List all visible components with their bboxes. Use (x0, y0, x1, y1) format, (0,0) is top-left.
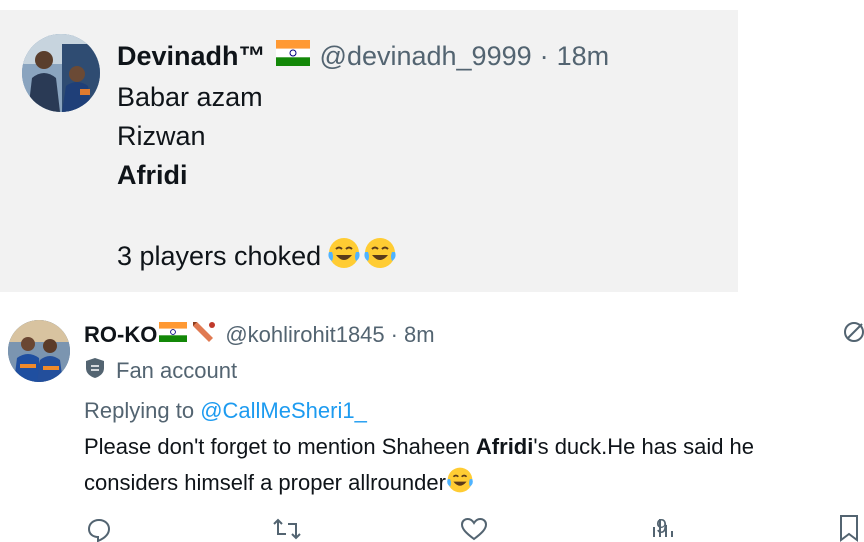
india-flag-icon (275, 40, 310, 73)
reply-text-bold: Afridi (475, 434, 534, 459)
laughing-tears-emoji-icon (363, 236, 397, 277)
grok-icon[interactable] (842, 320, 864, 349)
fan-account-badge: Fan account (84, 356, 237, 386)
reply-text-line: Please don't forget to mention Shaheen A… (84, 434, 754, 460)
replying-label: Replying to (84, 398, 195, 423)
tweet-text: 3 players choked (117, 241, 322, 271)
retweet-icon[interactable] (272, 516, 302, 542)
laughing-tears-emoji-icon (327, 236, 361, 277)
avatar[interactable] (8, 320, 70, 382)
page-margin (738, 0, 864, 292)
author-handle[interactable]: @kohlirohit1845 (225, 322, 384, 348)
reply-icon[interactable] (86, 516, 112, 542)
reply-text: Please don't forget to mention Shaheen (84, 434, 476, 459)
replying-to: Replying to @CallMeSheri1_ (84, 398, 367, 424)
reply-text-line: considers himself a proper allrounder (84, 466, 474, 500)
separator-dot: · (539, 41, 549, 71)
avatar-image-icon (22, 34, 100, 112)
cricket-bat-icon (189, 318, 217, 352)
author-handle[interactable]: @devinadh_9999 (320, 41, 532, 72)
author-name[interactable]: Devinadh™ (117, 41, 266, 72)
timestamp[interactable]: 8m (404, 322, 435, 348)
bookmark-icon[interactable] (838, 514, 860, 542)
separator-dot: · (390, 322, 398, 347)
views-button[interactable]: 9 (650, 516, 673, 539)
author-name[interactable]: RO-KO (84, 322, 157, 348)
tweet-text-line: Babar azam (117, 82, 263, 112)
tweet-text-line-last: 3 players choked (117, 236, 397, 277)
avatar[interactable] (22, 34, 100, 112)
replying-handle-link[interactable]: @CallMeSheri1_ (200, 398, 367, 423)
tweet-text-line: Rizwan (117, 121, 206, 151)
reply-text: 's duck.He has said he (533, 434, 755, 459)
tweet-header: Devinadh™ @devinadh_9999 · 18m (117, 40, 609, 73)
laughing-tears-emoji-icon (446, 466, 474, 500)
badge-label: Fan account (116, 358, 238, 383)
shield-icon (84, 356, 106, 386)
views-icon (653, 519, 673, 537)
india-flag-icon (159, 322, 188, 348)
tweet-text-line: Afridi (117, 160, 188, 190)
avatar-image-icon (8, 320, 70, 382)
reply-header: RO-KO @kohlirohit1845 · 8m (84, 318, 435, 352)
timestamp[interactable]: 18m (557, 41, 610, 72)
top-strip (0, 0, 738, 10)
reply-text: considers himself a proper allrounder (84, 470, 446, 495)
like-icon[interactable] (460, 516, 488, 542)
